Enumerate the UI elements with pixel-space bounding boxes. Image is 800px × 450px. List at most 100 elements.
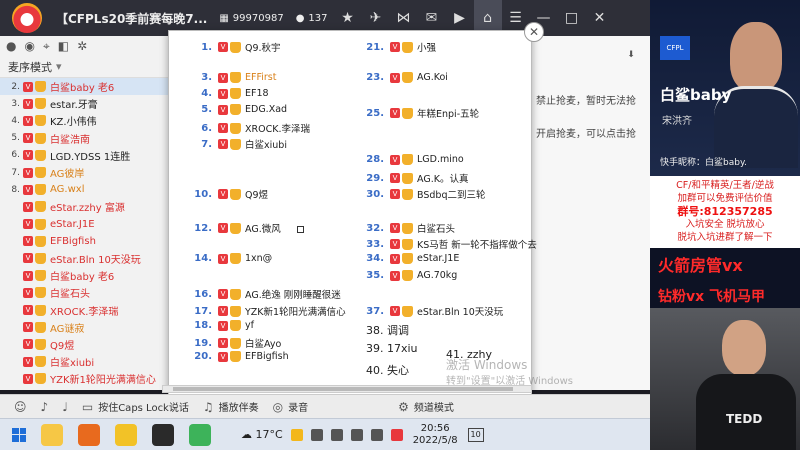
mic-order-entry[interactable]: 28. V LGD.mino	[362, 154, 464, 165]
input-method-icon[interactable]	[390, 428, 403, 441]
mic-order-entry[interactable]: 30. V BSdbq二到三轮	[362, 187, 485, 201]
mic-queue-row[interactable]: V 白鲨baby 老6	[0, 267, 171, 284]
mic-queue-row[interactable]: 8. V AG.wxl	[0, 181, 171, 198]
mic-order-entry[interactable]: 5. V EDG.Xad	[190, 104, 287, 115]
close-window-icon[interactable]: ✕	[586, 0, 614, 36]
mic-queue-row[interactable]: 7. V AG彼岸	[0, 164, 171, 181]
play-music-button[interactable]: ♫ 播放伴奏	[203, 399, 259, 415]
mic-order-entry[interactable]: 39. 17xiu	[366, 342, 418, 355]
mic-order-entry[interactable]: 37. VeStar.Bln 10天没玩	[362, 304, 503, 318]
mic-queue-row[interactable]: 4. V KZ.小伟伟	[0, 112, 171, 129]
speaker-icon[interactable]	[370, 428, 383, 441]
crown-icon	[230, 88, 241, 99]
app-yellow-icon[interactable]	[115, 423, 137, 446]
system-clock[interactable]: 20:56 2022/5/8	[413, 423, 458, 447]
weather-widget[interactable]: ☁ 17°C	[241, 428, 283, 441]
mic-order-entry[interactable]: 41. zzhy	[446, 348, 492, 361]
vip-badge-icon: V	[390, 154, 400, 165]
scroll-down-icon[interactable]: ⬇	[624, 50, 638, 64]
settings-icon[interactable]: ✲	[77, 39, 87, 53]
mic-queue-row[interactable]: VeStar.J1E	[0, 216, 171, 233]
mic-queue-row[interactable]: V 白鲨石头	[0, 284, 171, 301]
mic-order-entry[interactable]: 16. V AG.绝逸 刚刚睡醒很迷	[190, 287, 341, 301]
mic-queue-row[interactable]: VeStar.Bln 10天没玩	[0, 250, 171, 267]
scrollbar-thumb[interactable]	[173, 387, 513, 391]
entry-name: 1xn@	[245, 253, 273, 264]
chat-icon[interactable]: ◧	[58, 39, 69, 53]
mic-queue-row[interactable]: V XROCK.李泽瑞	[0, 301, 171, 318]
checkbox-icon[interactable]	[297, 226, 304, 233]
queue-number: 7.	[11, 167, 20, 178]
mic-queue-row[interactable]: 6. V LGD.YDSS 1连胜	[0, 147, 171, 164]
mic-queue-row[interactable]: VeStar.zzhy 富源	[0, 198, 171, 215]
tray-app-icon[interactable]	[310, 428, 323, 441]
entry-name: AG.微风	[245, 224, 281, 235]
mic-order-entry[interactable]: 21. V 小强	[362, 40, 436, 54]
mic-order-entry[interactable]: 18. Vyf	[190, 320, 254, 331]
mic-order-entry[interactable]: 6. V XROCK.李泽瑞	[190, 121, 310, 135]
webcam-feed: TEDD	[650, 308, 800, 450]
mic-queue-row[interactable]: 3. Vestar.牙膏	[0, 95, 171, 112]
mic-order-entry[interactable]: 33. V KS马哲 新一轮不指挥做个去	[362, 237, 537, 251]
record-button[interactable]: ◎ 录音	[272, 399, 308, 415]
mic-queue-row[interactable]: V AG谜寂	[0, 319, 171, 336]
entry-number: 10.	[194, 188, 212, 200]
mic-order-entry[interactable]: 23. V AG.Koi	[362, 72, 448, 83]
emoji-button[interactable]: ☺	[14, 400, 27, 414]
mic-queue-row[interactable]: V YZK新1轮阳光满满信心	[0, 370, 171, 387]
mic-order-entry[interactable]: 1. V Q9.秋宇	[190, 40, 281, 54]
caps-lock-talk-button[interactable]: ▭ 按住Caps Lock说话	[82, 399, 189, 415]
mic-order-entry[interactable]: 3. V EFFirst	[190, 72, 276, 83]
vip-badge-icon: V	[23, 356, 33, 367]
mic-mode-selector[interactable]: 麦序模式 ▾	[0, 56, 171, 78]
mic-order-entry[interactable]: 14. V 1xn@	[190, 253, 272, 264]
mic-queue-row[interactable]: V 白鲨xiubi	[0, 353, 171, 370]
close-icon[interactable]: ✕	[524, 22, 544, 42]
group-icon[interactable]: ◉	[24, 39, 34, 53]
entry-number: 37.	[366, 305, 384, 317]
record-icon: ◎	[272, 399, 284, 414]
crown-icon	[230, 288, 241, 300]
mic-button[interactable]: ♩	[62, 400, 68, 414]
mic-order-entry[interactable]: 17. V YZK新1轮阳光满满信心	[190, 304, 346, 318]
mic-queue-row[interactable]: 5. V 白鲨浩南	[0, 130, 171, 147]
crown-icon	[402, 188, 413, 200]
mic-order-entry[interactable]: 10. V Q9煜	[190, 187, 268, 201]
mic-order-entry[interactable]: 25. V 年糕Enpi-五轮	[362, 106, 479, 120]
vip-badge-icon: V	[390, 108, 400, 118]
mic-order-entry[interactable]: 29. V AG.K。认真	[362, 171, 468, 185]
app-dark-icon[interactable]	[152, 423, 174, 446]
mic-order-entry[interactable]: 34. VeStar.J1E	[362, 253, 459, 264]
app-orange-icon[interactable]	[78, 423, 100, 446]
crown-icon	[402, 270, 413, 281]
mic-order-entry[interactable]: 12. V AG.微风	[190, 221, 281, 235]
notification-icon[interactable]: 10	[467, 427, 484, 442]
mic-order-entry[interactable]: 20. V EFBigfish	[190, 351, 289, 362]
crown-icon	[35, 149, 46, 161]
mic-order-entry[interactable]: 35. V AG.70kg	[362, 270, 457, 281]
entry-name: 白鲨石头	[417, 224, 456, 235]
mic-order-entry[interactable]: 4. V EF18	[190, 88, 269, 99]
mic-order-entry[interactable]: 38. 调调	[366, 322, 409, 338]
volume-button[interactable]: ♪	[41, 400, 49, 414]
mic-order-entry[interactable]: 7. V 白鲨xiubi	[190, 137, 287, 151]
crown-icon	[230, 188, 241, 200]
channel-mode-button[interactable]: ⚙ 频道模式	[398, 399, 454, 415]
tray-app-icon[interactable]	[290, 428, 303, 441]
location-icon[interactable]: ⌖	[43, 39, 50, 54]
restore-icon[interactable]: □	[558, 0, 586, 36]
user-icon[interactable]: ●	[6, 39, 16, 53]
entry-name: BSdbq二到三轮	[417, 190, 486, 201]
mic-order-entry[interactable]: 19. V 白鲨Ayo	[190, 336, 281, 350]
mic-queue-row[interactable]: V Q9煜	[0, 336, 171, 353]
mic-queue-row[interactable]: V EFBigfish	[0, 233, 171, 250]
windows-start-icon[interactable]	[12, 427, 26, 442]
mic-order-entry[interactable]: 40. 失心	[366, 362, 409, 378]
tray-app-icon[interactable]	[330, 428, 343, 441]
mic-queue-row[interactable]: 2. V 白鲨baby 老6	[0, 78, 171, 96]
file-explorer-icon[interactable]	[41, 423, 63, 446]
wifi-icon[interactable]	[350, 428, 363, 441]
mic-order-entry[interactable]: 32. V 白鲨石头	[362, 221, 455, 235]
crown-icon	[230, 104, 241, 115]
app-green-icon[interactable]	[189, 423, 211, 446]
